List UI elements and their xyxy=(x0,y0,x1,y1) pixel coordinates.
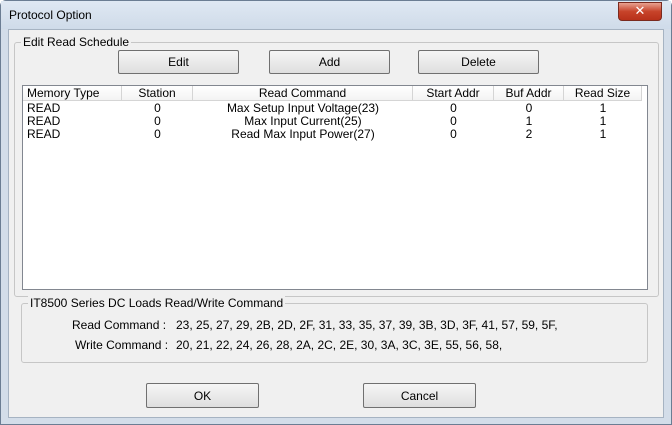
cell-read-size: 1 xyxy=(599,102,607,115)
cell-buf-addr: 2 xyxy=(525,128,533,141)
cell-read-size: 1 xyxy=(599,128,607,141)
title-bar[interactable]: Protocol Option ✕ xyxy=(1,1,671,29)
read-command-values: 23, 25, 27, 29, 2B, 2D, 2F, 31, 33, 35, … xyxy=(176,318,558,332)
table-row[interactable]: READ 0 Max Setup Input Voltage(23) 0 0 1 xyxy=(23,102,647,115)
cell-start-addr: 0 xyxy=(450,128,457,141)
command-reference-label: IT8500 Series DC Loads Read/Write Comman… xyxy=(28,296,286,310)
column-read-command[interactable]: Read Command xyxy=(193,86,413,101)
cell-station: 0 xyxy=(154,115,161,128)
window-title: Protocol Option xyxy=(9,8,92,22)
read-schedule-list[interactable]: Memory Type Station Read Command Start A… xyxy=(22,85,648,290)
list-header: Memory Type Station Read Command Start A… xyxy=(23,86,647,101)
column-read-size[interactable]: Read Size xyxy=(564,86,642,101)
dialog-client-area: Edit Read Schedule Edit Add Delete Memor… xyxy=(8,29,664,418)
edit-button[interactable]: Edit xyxy=(118,50,239,74)
cell-station: 0 xyxy=(154,102,161,115)
ok-button[interactable]: OK xyxy=(146,383,259,408)
cancel-button[interactable]: Cancel xyxy=(363,383,476,408)
column-station[interactable]: Station xyxy=(122,86,193,101)
cell-read-command: Max Setup Input Voltage(23) xyxy=(226,102,380,115)
cell-memory-type: READ xyxy=(27,128,61,141)
cell-start-addr: 0 xyxy=(450,115,457,128)
cell-station: 0 xyxy=(154,128,161,141)
close-icon: ✕ xyxy=(634,4,646,19)
cell-memory-type: READ xyxy=(27,115,61,128)
cell-start-addr: 0 xyxy=(450,102,457,115)
column-buf-addr[interactable]: Buf Addr xyxy=(494,86,564,101)
cell-buf-addr: 1 xyxy=(525,115,533,128)
table-row[interactable]: READ 0 Read Max Input Power(27) 0 2 1 xyxy=(23,128,647,141)
cell-read-command: Max Input Current(25) xyxy=(244,115,362,128)
write-command-values: 20, 21, 22, 24, 26, 28, 2A, 2C, 2E, 30, … xyxy=(176,338,503,352)
command-reference-group: IT8500 Series DC Loads Read/Write Comman… xyxy=(21,296,648,363)
column-memory-type[interactable]: Memory Type xyxy=(23,86,122,101)
write-command-label: Write Command : xyxy=(75,338,169,352)
cell-memory-type: READ xyxy=(27,102,61,115)
close-button[interactable]: ✕ xyxy=(618,2,662,21)
column-start-addr[interactable]: Start Addr xyxy=(413,86,494,101)
cell-read-command: Read Max Input Power(27) xyxy=(231,128,375,141)
table-row[interactable]: READ 0 Max Input Current(25) 0 1 1 xyxy=(23,115,647,128)
add-button[interactable]: Add xyxy=(269,50,390,74)
read-command-label: Read Command : xyxy=(72,318,167,332)
cell-read-size: 1 xyxy=(599,115,607,128)
protocol-option-dialog: Protocol Option ✕ Edit Read Schedule Edi… xyxy=(0,0,672,425)
delete-button[interactable]: Delete xyxy=(418,50,539,74)
edit-read-schedule-label: Edit Read Schedule xyxy=(21,35,132,49)
cell-buf-addr: 0 xyxy=(525,102,533,115)
